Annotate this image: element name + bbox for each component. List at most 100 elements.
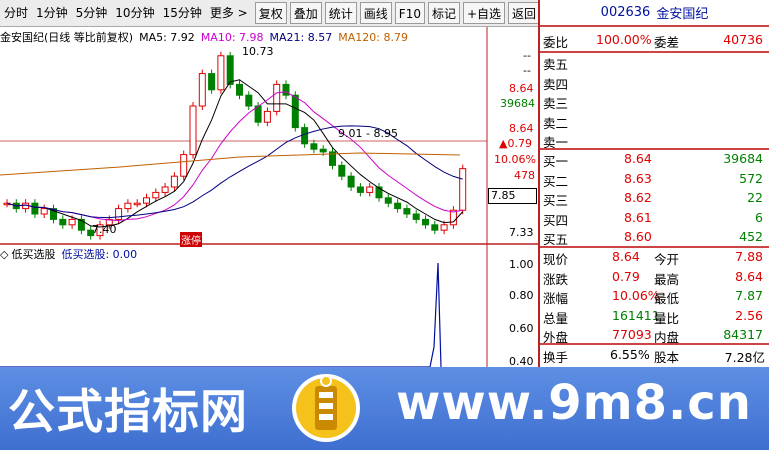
candle-body xyxy=(124,202,132,210)
low-price-annotation: 7.40 xyxy=(92,223,117,236)
candle-body xyxy=(273,83,281,112)
back-button[interactable]: 返回 xyxy=(508,2,541,24)
buy-row: 买二 8.63 572 xyxy=(540,170,769,189)
indicator-line xyxy=(0,262,442,367)
overlay-button[interactable]: 叠加 xyxy=(289,2,322,24)
stats-button[interactable]: 统计 xyxy=(324,2,357,24)
buy-price: 8.64 xyxy=(624,151,652,166)
period-tab-timeshare[interactable]: 分时 xyxy=(0,2,32,24)
ind-axis-1: 1.00 xyxy=(509,258,534,271)
stat-label: 今开 xyxy=(654,252,680,267)
buy-row: 买五 8.60 452 xyxy=(540,228,769,247)
candle-body xyxy=(347,175,355,188)
candle-body xyxy=(431,224,439,231)
candle-body xyxy=(319,148,327,153)
candle-body xyxy=(161,186,169,193)
draw-line-button[interactable]: 画线 xyxy=(359,2,392,24)
buy-price: 8.60 xyxy=(624,229,652,244)
weibi-row: 委比 100.00% 委差 40736 xyxy=(540,31,769,50)
limit-up-tag: 涨停 xyxy=(180,232,202,247)
buy-price: 8.61 xyxy=(624,209,652,225)
candle-body xyxy=(245,94,253,107)
fuquan-button[interactable]: 复权 xyxy=(254,2,287,24)
indicator-toggle-icon[interactable]: ◇ xyxy=(0,248,8,261)
turnover-row: 换手 6.55% 股本 7.28亿 xyxy=(540,346,769,365)
buy-volume: 572 xyxy=(739,170,763,186)
ma21-label: MA21: 8.57 xyxy=(269,30,333,44)
ma120-label: MA120: 8.79 xyxy=(338,30,408,44)
f10-button[interactable]: F10 xyxy=(394,2,425,24)
axis-value-3: 8.64 xyxy=(509,122,534,135)
add-favorite-button[interactable]: +自选 xyxy=(462,2,506,24)
candle-body xyxy=(198,73,206,107)
candle-body xyxy=(68,218,76,226)
ma10-line xyxy=(6,91,463,221)
buy-row: 买一 8.64 39684 xyxy=(540,150,769,169)
stat-value: 8.64 xyxy=(735,268,763,284)
sell-label: 卖三 xyxy=(543,96,569,111)
ind-axis-3: 0.60 xyxy=(509,322,534,335)
ma-lines xyxy=(0,79,464,228)
candle-body xyxy=(189,105,197,156)
ind-axis-2: 0.80 xyxy=(509,289,534,302)
stat-value: 0.79 xyxy=(612,268,640,284)
mark-button[interactable]: 标记 xyxy=(427,2,460,24)
stat-value: 7.87 xyxy=(735,288,763,303)
axis-dash-2: -- xyxy=(523,64,531,77)
candle-body xyxy=(440,224,448,231)
stock-name: 金安国纪 xyxy=(656,7,709,22)
candle-body xyxy=(59,218,67,226)
candle-body xyxy=(31,202,39,215)
weicha-value: 40736 xyxy=(723,32,763,47)
candle-body xyxy=(217,55,225,91)
candle-body xyxy=(40,208,48,215)
sell-label: 卖五 xyxy=(543,57,569,72)
buy-volume: 452 xyxy=(739,229,763,244)
period-tab-15min[interactable]: 15分钟 xyxy=(159,2,206,24)
sell-row: 卖三 xyxy=(540,92,769,111)
equity-label: 股本 xyxy=(654,350,680,365)
sell-label: 卖二 xyxy=(543,115,569,131)
candle-body xyxy=(412,213,420,220)
axis-value-4: ▲0.79 xyxy=(499,137,532,150)
stat-label: 涨跌 xyxy=(543,271,569,287)
stat-value: 8.64 xyxy=(612,249,640,264)
current-price-box: 7.85 xyxy=(488,188,537,204)
stat-value: 7.88 xyxy=(735,249,763,264)
buy-row: 买三 8.62 22 xyxy=(540,189,769,208)
candle-body xyxy=(133,202,141,206)
stat-label: 最低 xyxy=(654,291,680,306)
high-price-annotation: 10.73 xyxy=(242,45,274,58)
banner-url: www.9m8.cn xyxy=(396,375,752,431)
stock-code: 002636 xyxy=(600,5,651,20)
stat-label: 总量 xyxy=(543,310,569,326)
site-logo-icon xyxy=(292,374,360,442)
kline-chart-svg[interactable] xyxy=(0,27,538,367)
candle-body xyxy=(208,73,216,91)
buy-row: 买四 8.61 6 xyxy=(540,209,769,228)
stat-row: 涨幅 10.06% 最低 7.87 xyxy=(540,287,769,306)
buy-price: 8.62 xyxy=(624,190,652,205)
candle-body xyxy=(226,55,234,85)
banner-site-name: 公式指标网 xyxy=(8,385,248,440)
indicator-spike xyxy=(0,262,442,367)
candle-body xyxy=(394,202,402,210)
period-more-button[interactable]: 更多 > xyxy=(206,2,252,24)
stat-label: 现价 xyxy=(543,252,569,267)
ma5-label: MA5: 7.92 xyxy=(139,30,195,44)
axis-value-5: 10.06% xyxy=(494,153,536,166)
period-tab-5min[interactable]: 5分钟 xyxy=(72,2,112,24)
buy-label: 买三 xyxy=(543,193,569,208)
candle-body xyxy=(310,143,318,150)
ma-legend: 金安国纪(日线 等比前复权) MA5: 7.92 MA10: 7.98 MA21… xyxy=(0,29,414,45)
period-tab-10min[interactable]: 10分钟 xyxy=(111,2,158,24)
kline-chart-panel[interactable]: 金安国纪(日线 等比前复权) MA5: 7.92 MA10: 7.98 MA21… xyxy=(0,27,538,368)
candle-body xyxy=(170,175,178,188)
axis-value-6: 478 xyxy=(514,169,535,182)
turnover-label: 换手 xyxy=(543,350,569,365)
stat-label: 量比 xyxy=(654,310,680,326)
axis-value-2: 39684 xyxy=(500,97,535,110)
candle-body xyxy=(422,218,429,226)
period-tab-1min[interactable]: 1分钟 xyxy=(32,2,72,24)
stat-value: 84317 xyxy=(723,327,763,342)
